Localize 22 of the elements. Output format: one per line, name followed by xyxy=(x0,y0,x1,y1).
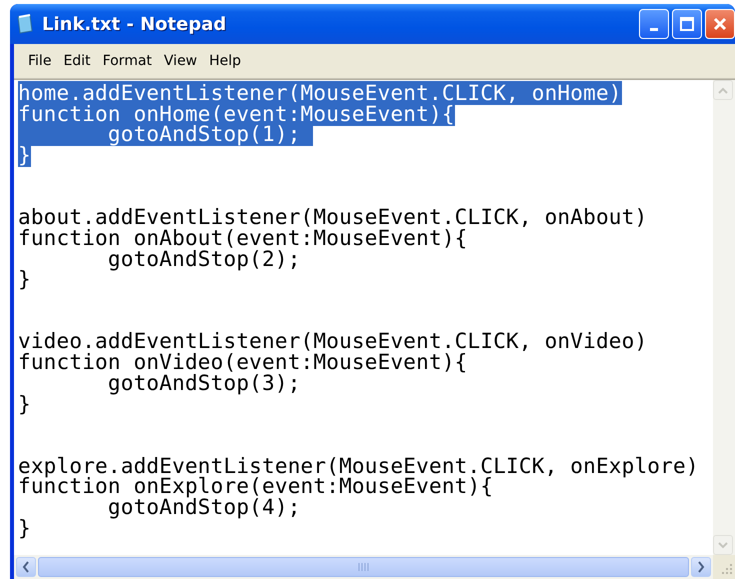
resize-grip-icon xyxy=(721,563,733,575)
minimize-icon xyxy=(650,28,658,30)
code-line: } xyxy=(18,516,31,540)
close-button[interactable] xyxy=(705,9,735,39)
grip-icon xyxy=(358,563,370,571)
menu-item[interactable]: Edit xyxy=(59,51,99,71)
close-icon xyxy=(712,16,728,32)
vertical-scrollbar[interactable] xyxy=(713,80,735,555)
menu-item[interactable]: Format xyxy=(98,51,160,71)
maximize-icon xyxy=(679,16,695,32)
code-line: } xyxy=(18,392,31,416)
minimize-button[interactable] xyxy=(639,9,669,39)
notepad-icon xyxy=(16,14,34,34)
code-line: } xyxy=(18,267,31,292)
maximize-button[interactable] xyxy=(672,9,702,39)
horizontal-scrollbar[interactable] xyxy=(14,555,713,579)
menu-item[interactable]: Help xyxy=(205,51,250,71)
code-line: explore.addEventListener(MouseEvent.CLICK, onExplore) xyxy=(18,454,699,478)
scroll-thumb[interactable] xyxy=(38,557,689,577)
menu-item[interactable]: View xyxy=(160,51,206,71)
window-title: Link.txt - Notepad xyxy=(42,14,228,34)
menu-item[interactable]: File xyxy=(24,51,60,71)
